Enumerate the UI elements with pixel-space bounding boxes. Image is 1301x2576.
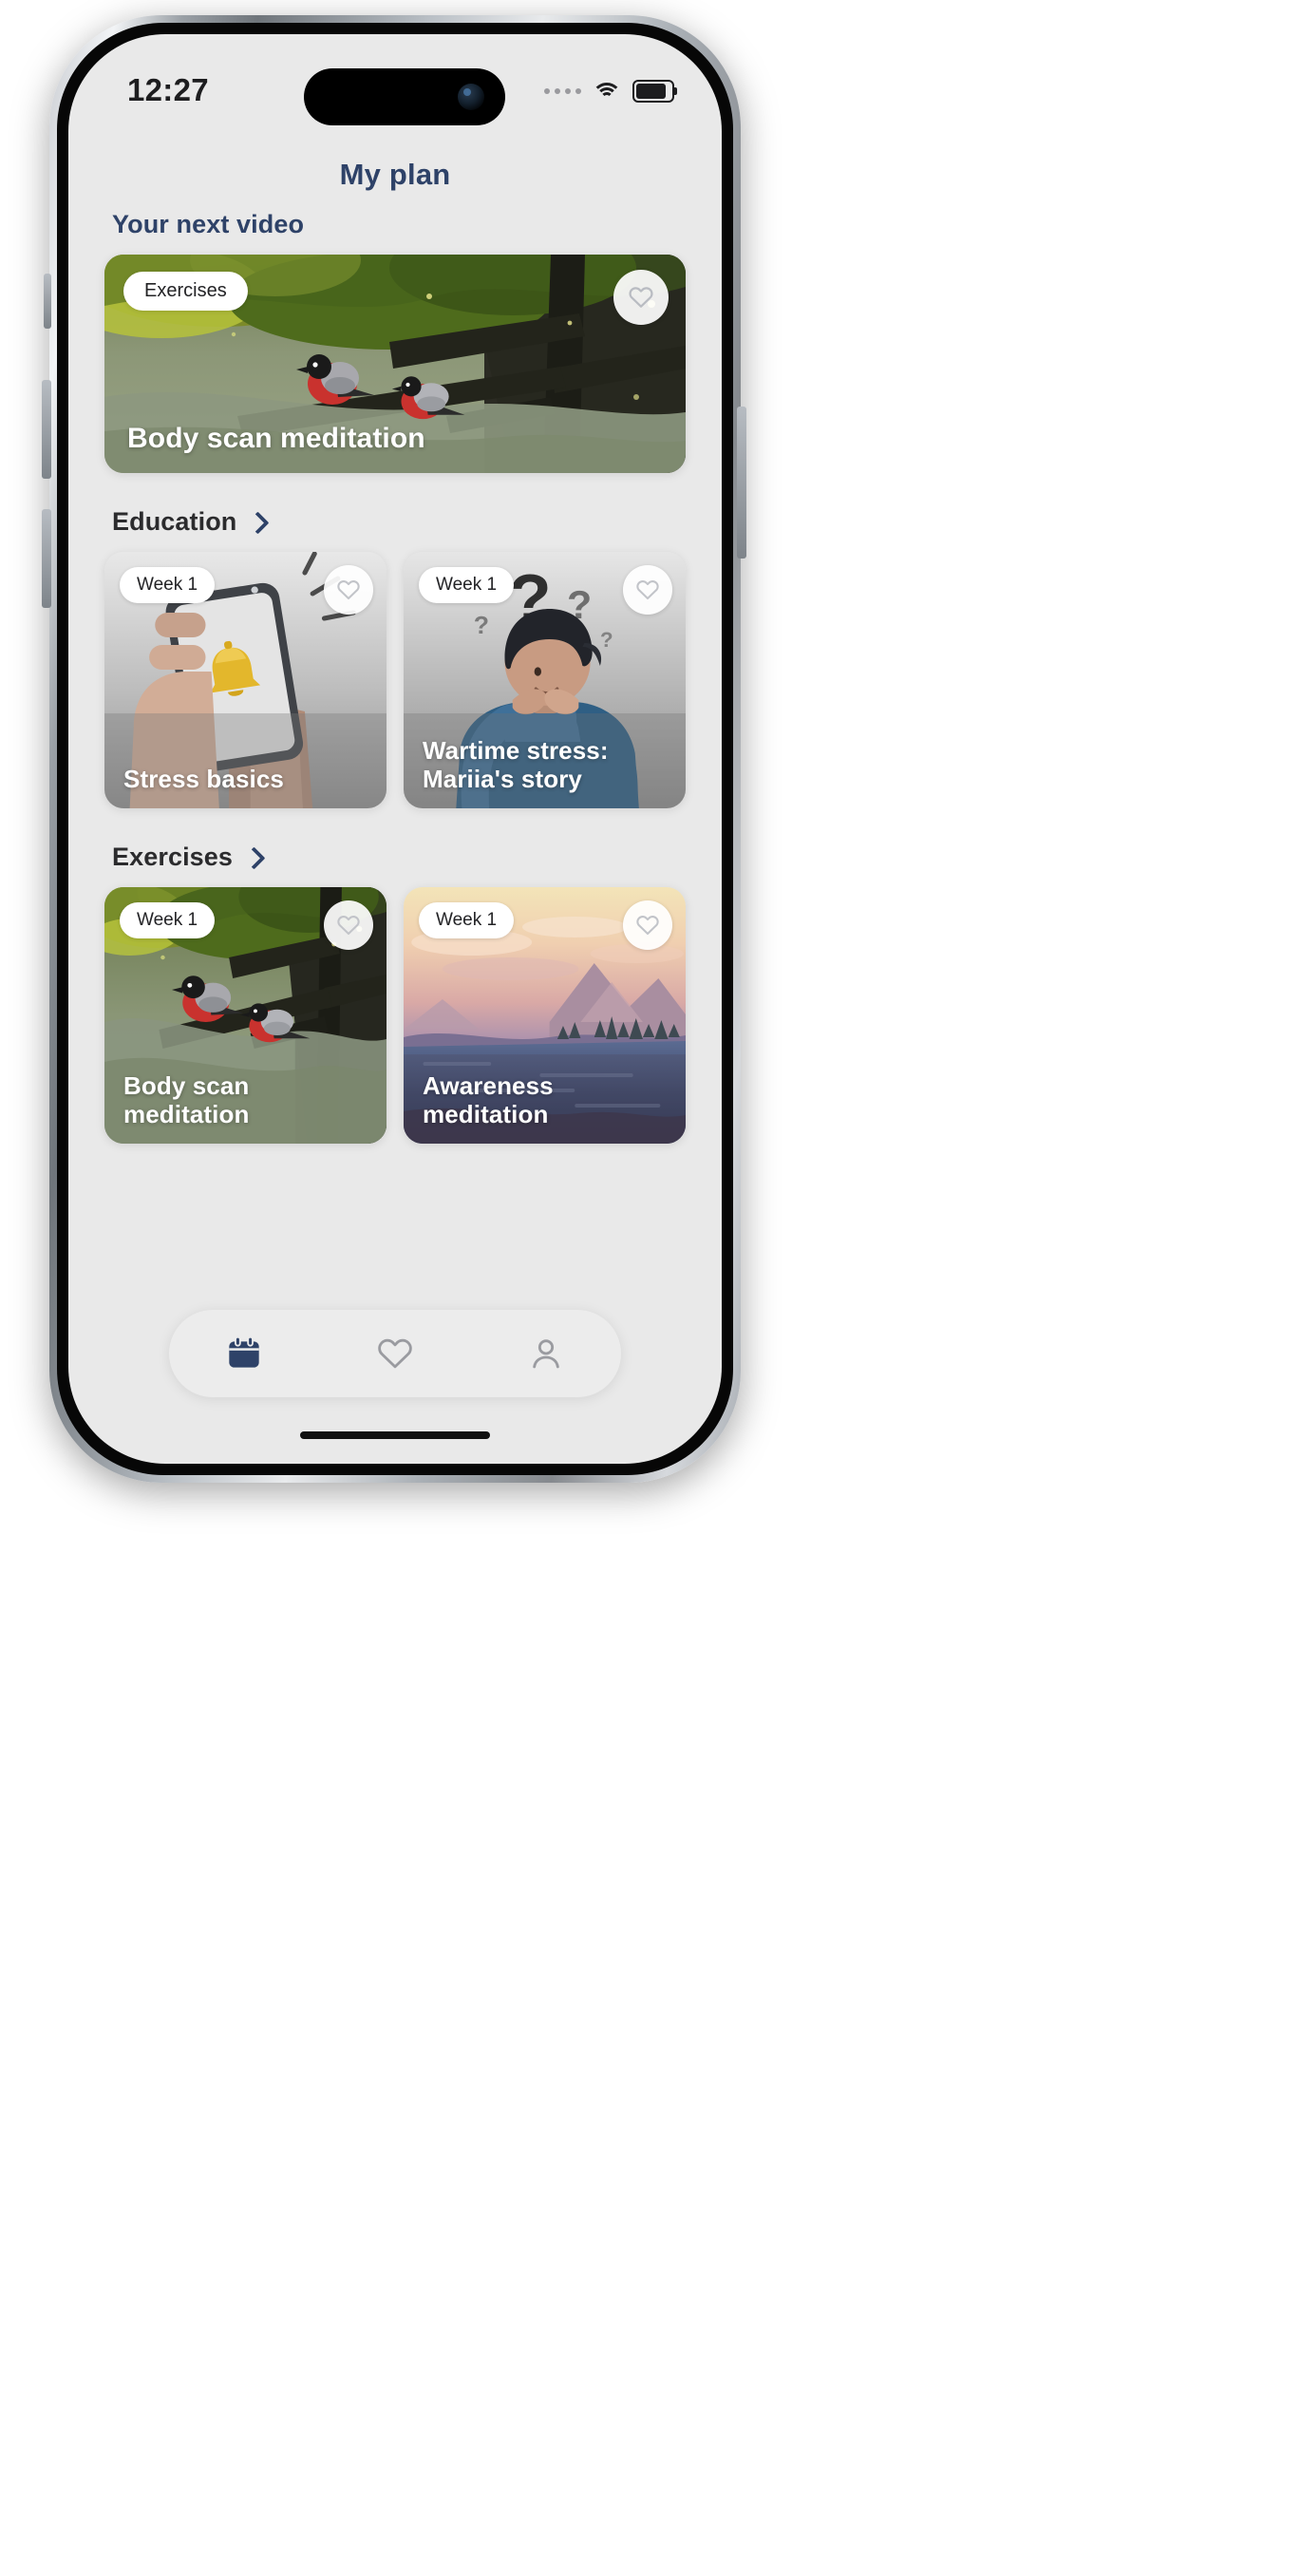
front-camera-icon [458, 84, 484, 110]
tab-profile[interactable] [510, 1324, 582, 1383]
card-badge: Exercises [123, 272, 248, 311]
calendar-icon [229, 1335, 259, 1368]
volume-down-button[interactable] [42, 509, 51, 608]
section-header-next-video: Your next video [104, 210, 686, 239]
heart-icon [636, 916, 659, 936]
screenshot-canvas: 12:27 My plan Your next video Exercises … [0, 0, 1301, 2576]
heart-icon [337, 916, 360, 936]
svg-text:?: ? [474, 611, 489, 639]
home-indicator [300, 1431, 490, 1439]
heart-icon [636, 580, 659, 600]
app-root: My plan Your next video Exercises Body s… [68, 34, 722, 1464]
favorite-button[interactable] [623, 900, 672, 950]
favorite-button[interactable] [324, 565, 373, 615]
card-title: Awareness meditation [423, 1070, 554, 1128]
card-title: Stress basics [123, 764, 284, 793]
section-education: Education Week 1 Stress basics ? ? ? ? W… [68, 507, 722, 808]
tab-favorites[interactable] [359, 1324, 431, 1383]
silent-switch[interactable] [44, 274, 51, 329]
card-badge: Week 1 [120, 902, 216, 938]
chevron-right-icon [250, 512, 262, 533]
exercise-card-body-scan[interactable]: Week 1 Body scan meditation [104, 887, 387, 1144]
page-title: My plan [339, 158, 451, 191]
favorite-button[interactable] [623, 565, 672, 615]
svg-text:?: ? [600, 628, 613, 652]
education-card-grid: Week 1 Stress basics ? ? ? ? Week 1 Wart… [104, 552, 686, 808]
education-card-wartime-stress[interactable]: ? ? ? ? Week 1 Wartime stress: Mariia's … [404, 552, 686, 808]
bottom-tab-bar [169, 1310, 621, 1397]
hero-video-card[interactable]: Exercises Body scan meditation [104, 255, 686, 473]
status-time: 12:27 [127, 72, 209, 107]
card-badge: Week 1 [419, 567, 515, 603]
volume-up-button[interactable] [42, 380, 51, 479]
heart-icon [337, 580, 360, 600]
card-badge: Week 1 [120, 567, 216, 603]
card-title: Body scan meditation [127, 423, 425, 455]
card-title: Body scan meditation [123, 1070, 250, 1128]
phone-mockup: 12:27 My plan Your next video Exercises … [21, 8, 746, 1489]
phone-screen: 12:27 My plan Your next video Exercises … [68, 34, 722, 1464]
tab-plan[interactable] [208, 1324, 280, 1383]
card-title: Wartime stress: Mariia's story [423, 735, 609, 793]
wifi-icon [592, 82, 622, 102]
battery-icon [632, 80, 677, 103]
section-title: Your next video [112, 210, 305, 238]
card-badge: Week 1 [419, 902, 515, 938]
section-title: Exercises [112, 843, 234, 871]
scroll-content[interactable]: Your next video Exercises Body scan medi… [68, 210, 722, 1144]
education-card-stress-basics[interactable]: Week 1 Stress basics [104, 552, 387, 808]
exercise-card-awareness[interactable]: Week 1 Awareness meditation [404, 887, 686, 1144]
power-button[interactable] [737, 407, 746, 559]
signal-dots-icon [544, 88, 581, 94]
status-icons [544, 80, 677, 103]
chevron-right-icon [246, 847, 258, 868]
heart-icon [629, 287, 653, 308]
favorite-button[interactable] [324, 900, 373, 950]
exercise-card-grid: Week 1 Body scan meditation Week 1 Aware… [104, 887, 686, 1144]
section-header-exercises[interactable]: Exercises [104, 843, 686, 872]
heart-icon [378, 1338, 412, 1369]
section-next-video: Your next video Exercises Body scan medi… [68, 210, 722, 473]
dynamic-island [304, 68, 505, 125]
person-icon [532, 1339, 559, 1369]
section-exercises: Exercises Week 1 Body scan meditation We… [68, 843, 722, 1144]
section-title: Education [112, 507, 237, 536]
favorite-button[interactable] [613, 270, 669, 325]
section-header-education[interactable]: Education [104, 507, 686, 537]
